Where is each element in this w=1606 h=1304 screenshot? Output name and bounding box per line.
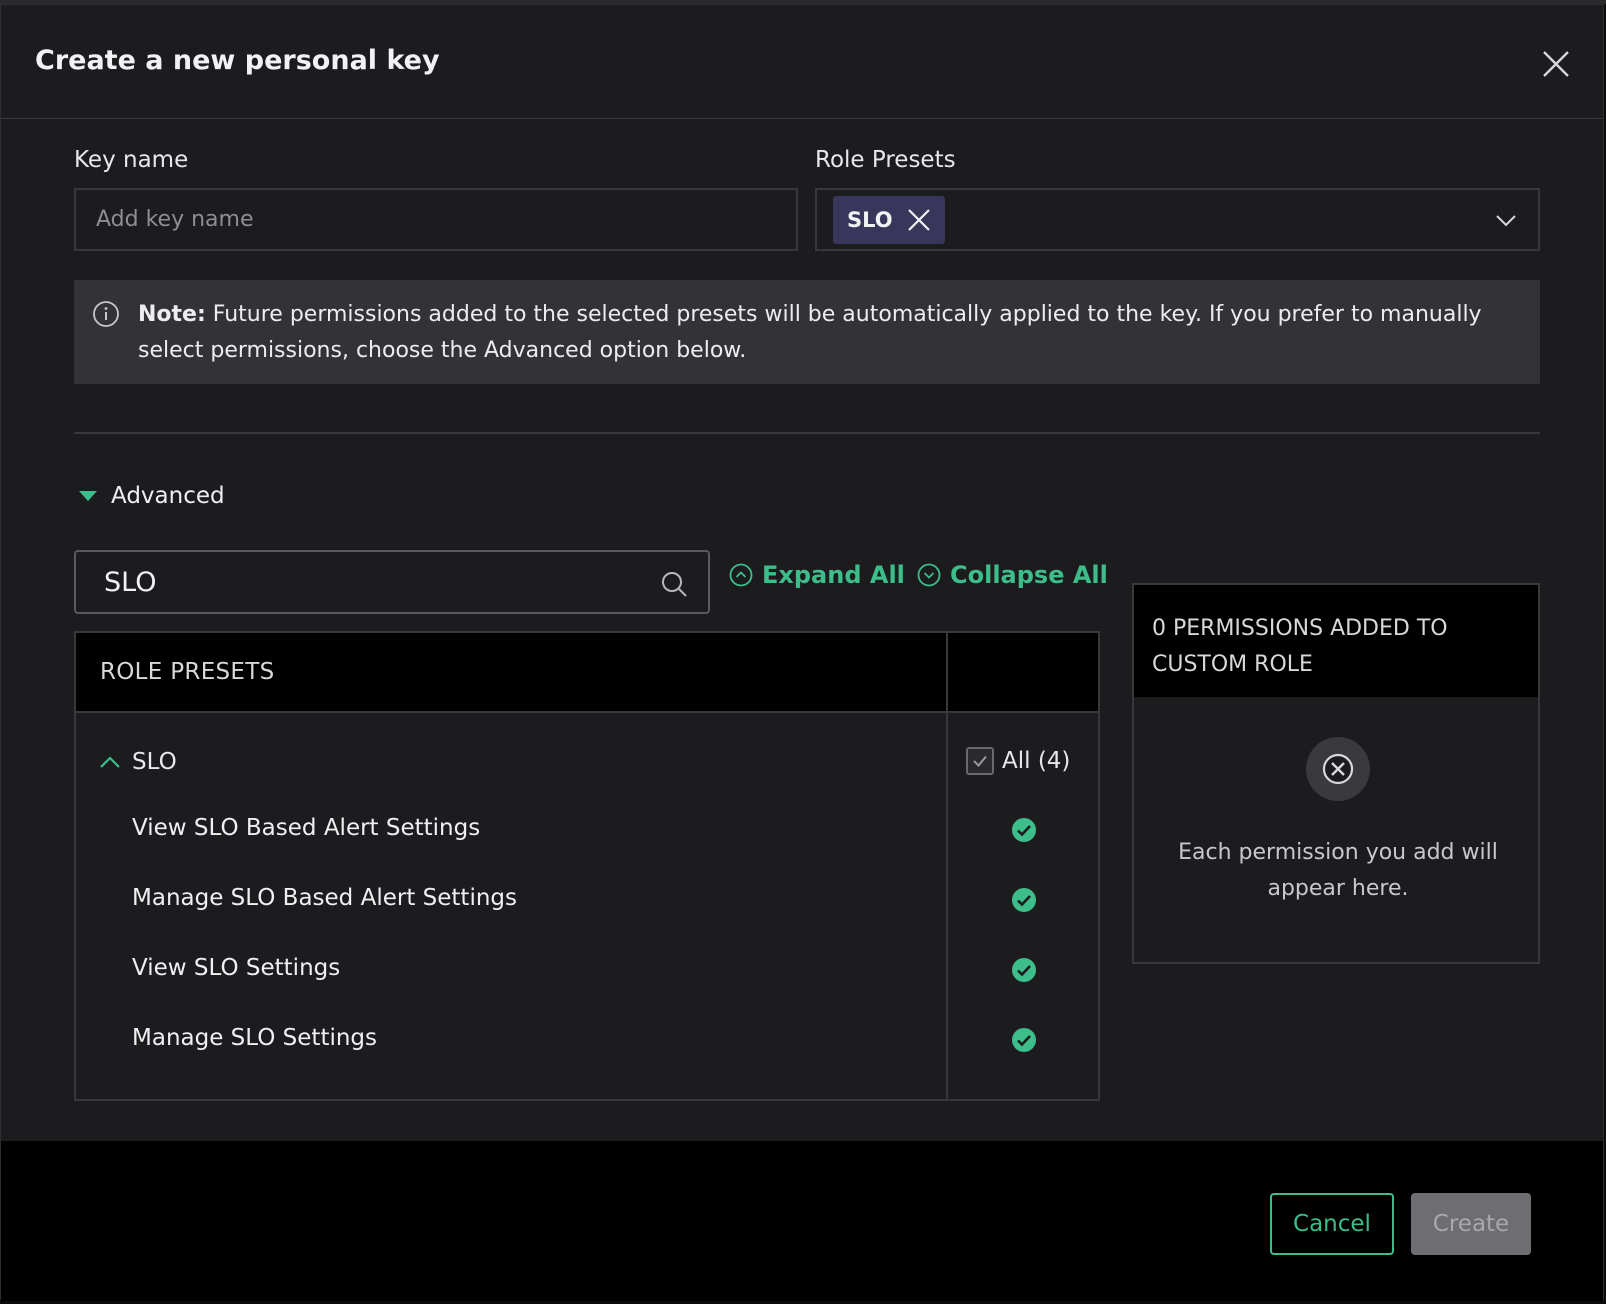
key-name-label: Key name [74, 147, 189, 173]
note-body: Future permissions added to the selected… [138, 302, 1482, 363]
empty-state-icon-wrap [1306, 737, 1370, 801]
close-button[interactable] [1539, 47, 1573, 81]
collapse-all-label: Collapse All [950, 561, 1108, 589]
advanced-toggle[interactable]: Advanced [79, 483, 225, 509]
permission-row: Manage SLO Settings [76, 1005, 946, 1077]
create-button[interactable]: Create [1411, 1193, 1531, 1255]
role-presets-select[interactable]: SLO [815, 188, 1540, 251]
permission-label: View SLO Settings [132, 955, 341, 981]
permission-label: Manage SLO Based Alert Settings [132, 885, 517, 911]
check-circle-icon [1012, 818, 1036, 842]
close-icon [907, 209, 930, 231]
custom-role-header: 0 PERMISSIONS ADDED TO CUSTOM ROLE [1134, 585, 1538, 697]
role-presets-label: Role Presets [815, 147, 956, 173]
permission-search [74, 550, 710, 614]
modal-header: Create a new personal key [1, 5, 1603, 119]
cancel-button[interactable]: Cancel [1270, 1193, 1394, 1255]
select-all-checkbox[interactable]: All (4) [966, 747, 1070, 775]
custom-role-title: 0 PERMISSIONS ADDED TO CUSTOM ROLE [1152, 616, 1448, 677]
info-icon [93, 301, 119, 327]
expand-all-label: Expand All [762, 561, 905, 589]
chevron-down-icon[interactable] [1494, 208, 1518, 232]
column-separator [946, 633, 948, 1099]
key-name-input[interactable] [74, 188, 798, 251]
search-input[interactable] [76, 552, 692, 612]
select-all-label: All (4) [1002, 748, 1071, 774]
note-bold: Note: [138, 302, 206, 327]
role-presets-table: ROLE PRESETS SLO All (4) View SLO Based … [74, 631, 1100, 1101]
create-key-modal: Create a new personal key Key name Role … [0, 4, 1604, 1301]
modal-footer: Cancel Create [1, 1141, 1603, 1301]
modal-title: Create a new personal key [35, 45, 440, 76]
chevron-up-circle-icon [729, 563, 753, 587]
divider [74, 432, 1540, 434]
permission-row: View SLO Settings [76, 935, 946, 1007]
permission-label: Manage SLO Settings [132, 1025, 378, 1051]
check-circle-icon [1012, 958, 1036, 982]
table-header-label: ROLE PRESETS [100, 659, 275, 685]
expand-all-button[interactable]: Expand All [729, 561, 905, 589]
checkbox[interactable] [966, 747, 994, 775]
permission-row: View SLO Based Alert Settings [76, 795, 946, 867]
table-header: ROLE PRESETS [76, 633, 1098, 713]
check-circle-icon [1012, 888, 1036, 912]
check-icon [973, 755, 987, 767]
chevron-down-circle-icon [917, 563, 941, 587]
group-label: SLO [132, 749, 177, 775]
caret-down-icon [79, 491, 97, 501]
check-circle-icon [1012, 1028, 1036, 1052]
custom-role-panel: 0 PERMISSIONS ADDED TO CUSTOM ROLE Each … [1132, 583, 1540, 964]
close-icon [1543, 51, 1569, 77]
note-text: Note: Future permissions added to the se… [138, 297, 1528, 369]
preset-chip-label: SLO [847, 208, 893, 232]
search-icon[interactable] [660, 570, 688, 598]
remove-chip-button[interactable] [907, 208, 931, 232]
permission-label: View SLO Based Alert Settings [132, 815, 481, 841]
chevron-up-icon[interactable] [98, 751, 122, 775]
collapse-all-button[interactable]: Collapse All [917, 561, 1108, 589]
advanced-label: Advanced [111, 483, 225, 509]
permission-row: Manage SLO Based Alert Settings [76, 865, 946, 937]
info-note: Note: Future permissions added to the se… [74, 280, 1540, 384]
preset-chip: SLO [833, 196, 945, 244]
empty-state-text: Each permission you add will appear here… [1178, 840, 1498, 901]
close-circle-icon [1322, 753, 1354, 785]
